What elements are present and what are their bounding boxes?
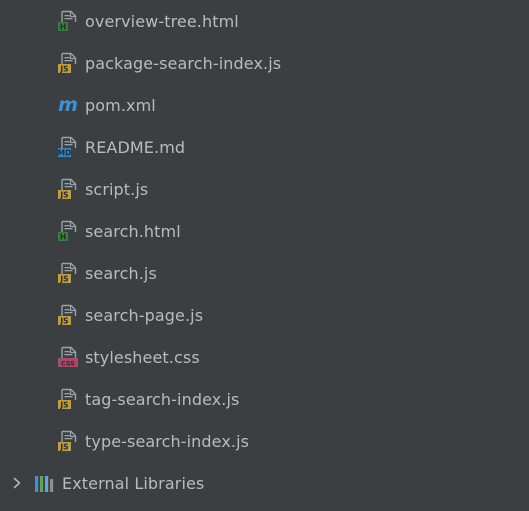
file-label: search-page.js (85, 305, 204, 325)
file-label: README.md (85, 137, 186, 157)
svg-text:JS: JS (59, 191, 68, 200)
file-label: search.js (85, 263, 157, 283)
library-bars-icon (35, 476, 54, 492)
css-file-icon: CSS (58, 346, 78, 368)
tree-item-script-js[interactable]: JS script.js (0, 168, 529, 210)
file-label: script.js (85, 179, 149, 199)
tree-item-search-html[interactable]: H search.html (0, 210, 529, 252)
svg-text:CSS: CSS (61, 360, 75, 368)
svg-text:H: H (60, 233, 66, 242)
file-label: type-search-index.js (85, 431, 250, 451)
file-label: tag-search-index.js (85, 389, 240, 409)
js-file-icon: JS (58, 304, 77, 326)
tree-item-stylesheet-css[interactable]: CSS stylesheet.css (0, 336, 529, 378)
svg-text:JS: JS (59, 443, 68, 452)
file-label: pom.xml (85, 95, 156, 115)
svg-text:JS: JS (59, 401, 68, 410)
file-label: search.html (85, 221, 181, 241)
js-file-icon: JS (58, 52, 77, 74)
svg-text:MD: MD (58, 149, 72, 158)
tree-item-search-js[interactable]: JS search.js (0, 252, 529, 294)
svg-text:m: m (58, 94, 78, 116)
svg-text:JS: JS (59, 65, 68, 74)
svg-text:JS: JS (59, 275, 68, 284)
tree-item-pom-xml[interactable]: m pom.xml (0, 84, 529, 126)
file-label: overview-tree.html (85, 11, 239, 31)
tree-item-tag-search-index-js[interactable]: JS tag-search-index.js (0, 378, 529, 420)
svg-text:H: H (60, 23, 66, 32)
html-file-icon: H (58, 10, 77, 32)
file-label: package-search-index.js (85, 53, 282, 73)
js-file-icon: JS (58, 430, 77, 452)
external-libraries-label: External Libraries (62, 473, 205, 493)
tree-item-overview-tree-html[interactable]: H overview-tree.html (0, 0, 529, 42)
tree-item-search-page-js[interactable]: JS search-page.js (0, 294, 529, 336)
file-label: stylesheet.css (85, 347, 200, 367)
project-tree: H overview-tree.html JS package-search-i… (0, 0, 529, 511)
js-file-icon: JS (58, 178, 77, 200)
tree-item-package-search-index-js[interactable]: JS package-search-index.js (0, 42, 529, 84)
js-file-icon: JS (58, 388, 77, 410)
tree-item-readme-md[interactable]: MD README.md (0, 126, 529, 168)
chevron-right-icon[interactable] (10, 476, 24, 490)
html-file-icon: H (58, 220, 77, 242)
markdown-file-icon: MD (58, 136, 77, 158)
tree-item-external-libraries[interactable]: External Libraries (0, 462, 529, 504)
tree-item-type-search-index-js[interactable]: JS type-search-index.js (0, 420, 529, 462)
svg-text:JS: JS (59, 317, 68, 326)
js-file-icon: JS (58, 262, 77, 284)
maven-icon: m (58, 94, 78, 116)
